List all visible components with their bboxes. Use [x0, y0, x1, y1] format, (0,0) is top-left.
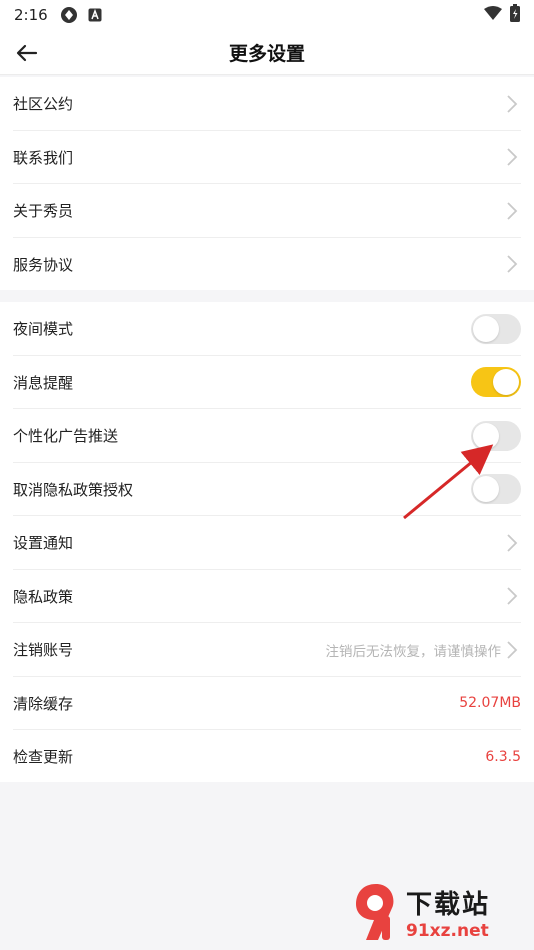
toggle-knob [493, 369, 519, 396]
row-about[interactable]: 关于秀员 [0, 184, 534, 238]
settings-group-info: 社区公约 联系我们 关于秀员 服务协议 [0, 77, 534, 290]
settings-group-preferences: 夜间模式 消息提醒 个性化广告推送 取消隐私政策授权 设置通知 隐私政策 注销账… [0, 302, 534, 782]
row-clear-cache[interactable]: 清除缓存 52.07MB [0, 677, 534, 731]
revoke-privacy-toggle[interactable] [471, 474, 521, 505]
watermark: 下载站 91xz.net [352, 876, 532, 948]
chevron-right-icon [505, 147, 519, 167]
row-notifications: 消息提醒 [0, 356, 534, 410]
chevron-right-icon [505, 94, 519, 114]
back-button[interactable] [10, 36, 44, 70]
row-label: 消息提醒 [13, 373, 74, 392]
row-night-mode: 夜间模式 [0, 302, 534, 356]
toggle-knob [473, 315, 499, 342]
row-label: 隐私政策 [13, 587, 74, 606]
personalized-ads-toggle[interactable] [471, 420, 521, 451]
watermark-logo-icon [356, 884, 394, 940]
row-label: 关于秀员 [13, 202, 74, 221]
row-label: 设置通知 [13, 534, 74, 553]
app-notification-icon [60, 6, 78, 24]
row-personalized-ads: 个性化广告推送 [0, 409, 534, 463]
chevron-right-icon [505, 201, 519, 221]
row-label: 清除缓存 [13, 694, 74, 713]
row-delete-account[interactable]: 注销账号 注销后无法恢复，请谨慎操作 [0, 623, 534, 677]
row-label: 社区公约 [13, 95, 74, 114]
row-community-rules[interactable]: 社区公约 [0, 77, 534, 131]
row-label: 检查更新 [13, 748, 74, 767]
status-time: 2:16 [14, 6, 48, 24]
watermark-title: 下载站 [406, 889, 491, 920]
nav-bar: 更多设置 [0, 30, 534, 75]
row-revoke-privacy: 取消隐私政策授权 [0, 463, 534, 517]
wifi-icon [484, 6, 502, 24]
night-mode-toggle[interactable] [471, 313, 521, 344]
watermark-url: 91xz.net [406, 920, 489, 941]
toggle-knob [473, 476, 499, 503]
delete-account-hint: 注销后无法恢复，请谨慎操作 [325, 643, 502, 660]
row-service-agreement[interactable]: 服务协议 [0, 238, 534, 292]
row-check-update[interactable]: 检查更新 6.3.5 [0, 730, 534, 784]
row-notification-settings[interactable]: 设置通知 [0, 516, 534, 570]
row-label: 个性化广告推送 [13, 427, 119, 446]
row-label: 注销账号 [13, 641, 74, 660]
back-arrow-icon [16, 44, 38, 62]
toggle-knob [473, 422, 499, 449]
row-label: 夜间模式 [13, 320, 74, 339]
chevron-right-icon [505, 640, 519, 660]
battery-icon [510, 4, 520, 26]
text-notification-icon [88, 8, 102, 22]
notifications-toggle[interactable] [471, 367, 521, 398]
chevron-right-icon [505, 586, 519, 606]
row-contact-us[interactable]: 联系我们 [0, 131, 534, 185]
row-label: 取消隐私政策授权 [13, 480, 134, 499]
status-bar: 2:16 [0, 0, 534, 30]
version-value: 6.3.5 [485, 748, 521, 765]
row-privacy-policy[interactable]: 隐私政策 [0, 570, 534, 624]
row-label: 联系我们 [13, 148, 74, 167]
cache-size-value: 52.07MB [459, 695, 521, 712]
chevron-right-icon [505, 533, 519, 553]
row-label: 服务协议 [13, 255, 74, 274]
chevron-right-icon [505, 254, 519, 274]
page-title: 更多设置 [228, 42, 305, 65]
